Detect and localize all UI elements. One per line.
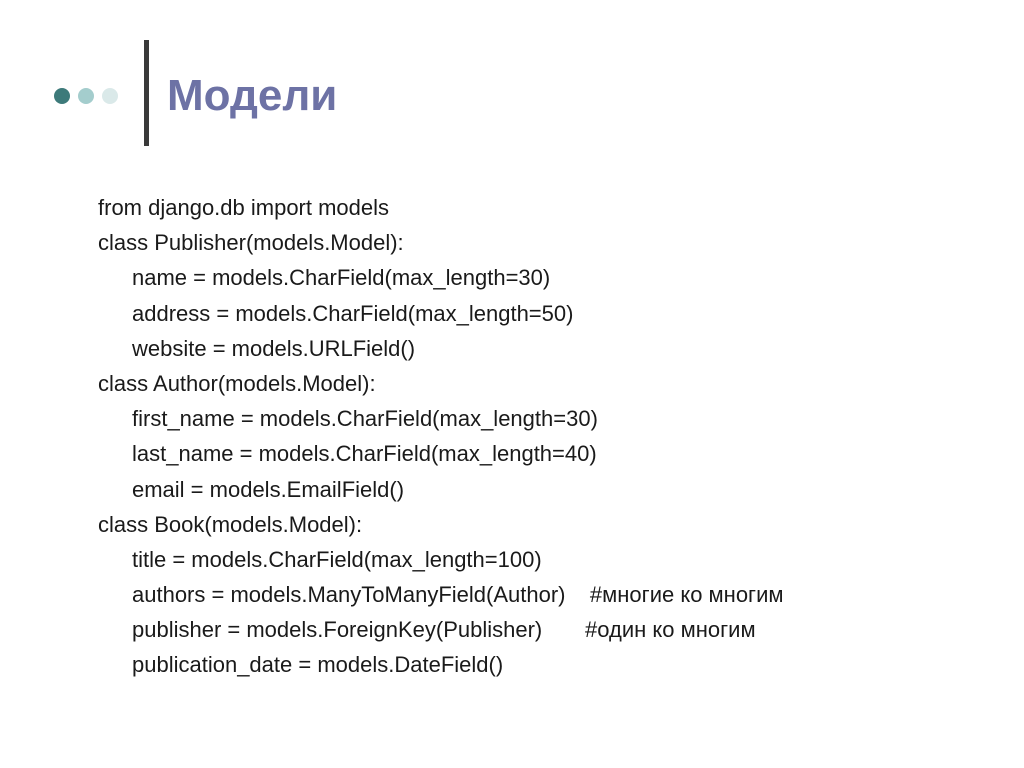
code-line: first_name = models.CharField(max_length… [98,401,784,436]
dot-icon [102,88,118,104]
dot-icon [78,88,94,104]
vertical-rule [144,40,149,146]
code-line: publisher = models.ForeignKey(Publisher)… [98,612,784,647]
code-line: last_name = models.CharField(max_length=… [98,436,784,471]
code-line: address = models.CharField(max_length=50… [98,296,784,331]
decorative-dots [54,88,118,104]
code-line: title = models.CharField(max_length=100) [98,542,784,577]
code-line: from django.db import models [98,190,784,225]
code-line: email = models.EmailField() [98,472,784,507]
code-line: website = models.URLField() [98,331,784,366]
code-block: from django.db import models class Publi… [98,190,784,683]
code-line: class Book(models.Model): [98,507,784,542]
code-line: class Publisher(models.Model): [98,225,784,260]
code-line: name = models.CharField(max_length=30) [98,260,784,295]
slide-title: Модели [167,74,337,118]
code-line: publication_date = models.DateField() [98,647,784,682]
code-line: authors = models.ManyToManyField(Author)… [98,577,784,612]
dot-icon [54,88,70,104]
slide-header: Модели [54,46,337,146]
code-line: class Author(models.Model): [98,366,784,401]
